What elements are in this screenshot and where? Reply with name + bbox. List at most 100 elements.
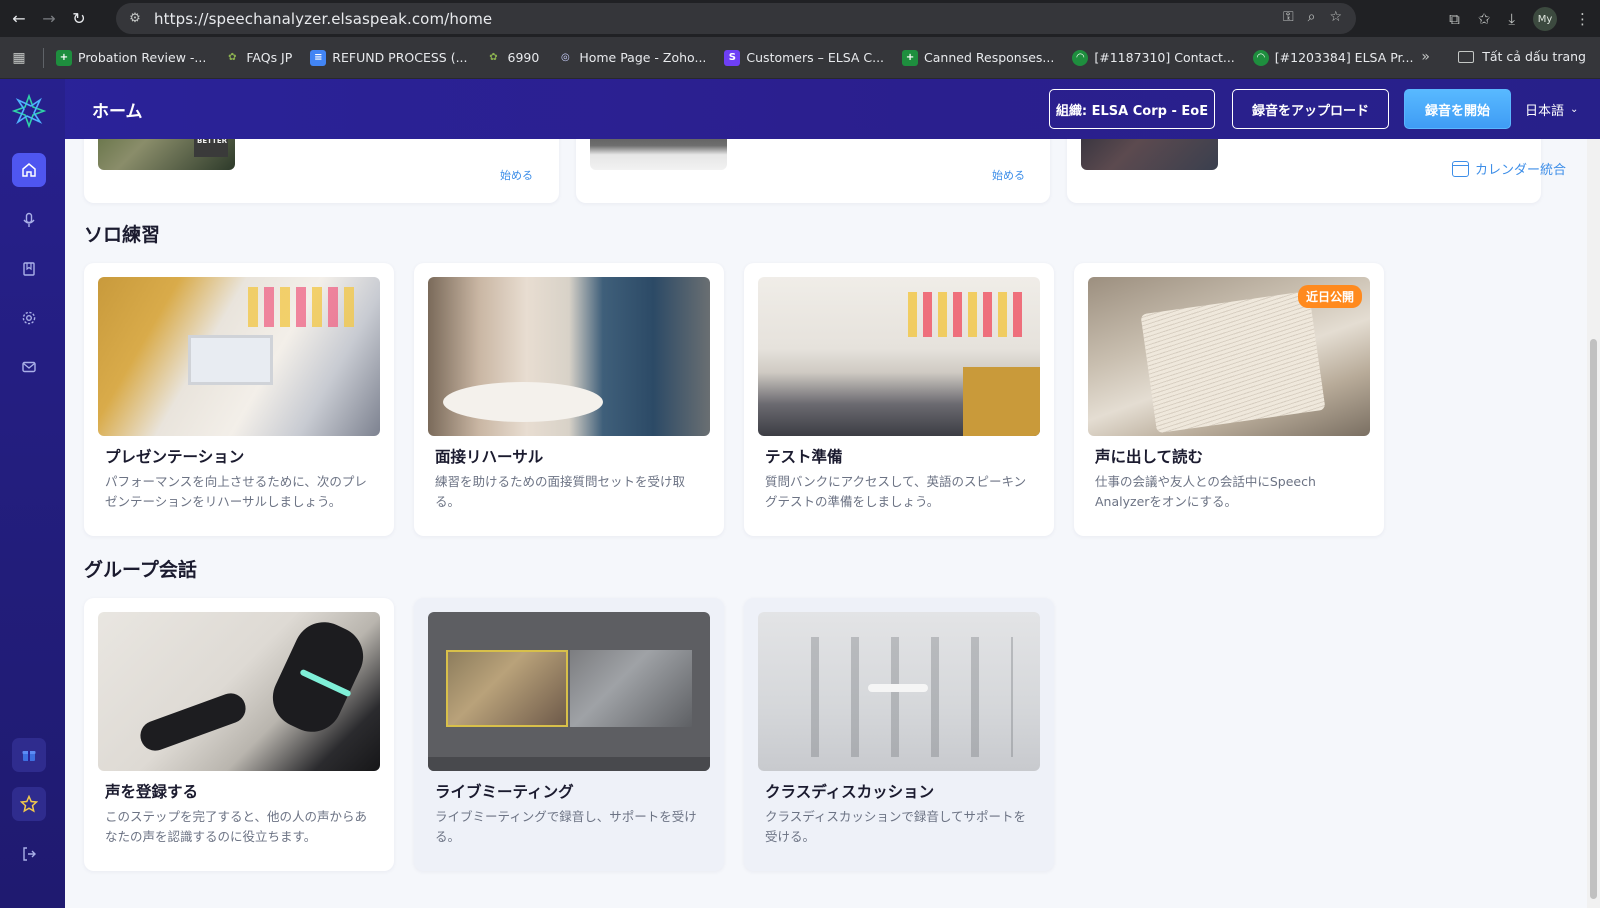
start-link[interactable]: 始める <box>500 167 533 183</box>
bookmark-item[interactable]: ≡ REFUND PROCESS (... <box>310 49 468 66</box>
zoom-icon[interactable]: ⌕ <box>1308 9 1316 25</box>
section-title-group: グループ会話 <box>84 559 197 581</box>
solo-card-presentation[interactable]: プレゼンテーション パフォーマンスを向上させるために、次のプレゼンテーションをリ… <box>84 263 394 536</box>
forward-icon[interactable]: → <box>38 8 60 30</box>
bookmark-item[interactable]: ◠ [#1203384] ELSA Pr... <box>1252 49 1413 66</box>
image-detail <box>908 292 1028 337</box>
reload-icon[interactable]: ↻ <box>68 8 90 30</box>
feature-card[interactable]: 始める <box>576 139 1050 203</box>
sidebar-item-gift[interactable] <box>12 738 46 772</box>
language-selector[interactable]: 日本語 ⌄ <box>1525 100 1578 119</box>
sidebar-item-library[interactable] <box>12 252 46 286</box>
more-bookmarks-icon[interactable]: » <box>1421 49 1430 65</box>
download-icon[interactable]: ⤓ <box>1508 10 1515 28</box>
folder-icon <box>1458 50 1475 63</box>
card-description: ライブミーティングで録音し、サポートを受ける。 <box>435 809 697 844</box>
star-icon <box>20 795 38 813</box>
bookmark-icon: + <box>56 49 72 66</box>
card-title: 声を登録する <box>105 783 199 801</box>
bookmark-icon: ≡ <box>310 49 327 66</box>
home-icon <box>22 163 36 177</box>
calendar-integration-link[interactable]: カレンダー統合 <box>1452 159 1566 178</box>
card-description: パフォーマンスを向上させるために、次のプレゼンテーションをリハーサルしましょう。 <box>105 474 367 509</box>
calendar-icon <box>1452 160 1469 177</box>
sidebar-item-messages[interactable] <box>12 350 46 384</box>
address-bar[interactable]: ⚙ https://speechanalyzer.elsaspeak.com/h… <box>116 3 1356 34</box>
image-detail <box>443 382 603 422</box>
mail-icon <box>22 361 36 373</box>
bookmark-item[interactable]: ◎ Home Page - Zoho... <box>557 50 706 66</box>
elsa-logo-icon[interactable] <box>12 94 46 128</box>
bookmark-item[interactable]: + Canned Responses... <box>902 49 1054 66</box>
favorites-icon[interactable]: ✩ <box>1478 10 1491 28</box>
divider <box>43 47 44 68</box>
bookmark-icon: ✿ <box>489 52 498 63</box>
feature-card[interactable]: BETTER 始める <box>84 139 559 203</box>
bookmark-item[interactable]: ✿ 6990 <box>486 50 539 66</box>
group-card-voice-enroll[interactable]: 声を登録する このステップを完了すると、他の人の声からあなたの声を認識するのに役… <box>84 598 394 871</box>
group-card-class-discussion[interactable]: クラスディスカッション クラスディスカッションで録音してサポートを受ける。 <box>744 598 1054 871</box>
card-title: 面接リハーサル <box>435 448 544 466</box>
card-image <box>1081 139 1218 170</box>
page-title: ホーム <box>92 102 143 122</box>
profile-avatar[interactable]: My <box>1533 7 1557 31</box>
logout-icon <box>23 847 36 861</box>
bookmark-item[interactable]: + Probation Review -... <box>56 49 206 66</box>
solo-card-test-prep[interactable]: テスト準備 質問バンクにアクセスして、英語のスピーキングテストの準備をしましょう… <box>744 263 1054 536</box>
main-content: BETTER 始める 始める カレンダー統合 ソロ練習 プレゼンテーション パフ… <box>65 139 1600 908</box>
card-image: BETTER <box>98 139 235 170</box>
card-title: プレゼンテーション <box>105 448 245 466</box>
sidebar-item-settings[interactable] <box>12 301 46 335</box>
site-settings-icon[interactable]: ⚙ <box>126 10 144 28</box>
bookmark-icon: ◠ <box>1252 49 1269 66</box>
card-description: 質問バンクにアクセスして、英語のスピーキングテストの準備をしましょう。 <box>765 474 1027 509</box>
start-recording-button[interactable]: 録音を開始 <box>1404 89 1511 129</box>
page-scrollbar[interactable] <box>1587 139 1600 908</box>
all-bookmarks-folder[interactable]: Tất cả dấu trang <box>1458 49 1586 64</box>
scrollbar-thumb[interactable] <box>1590 339 1597 899</box>
image-detail <box>188 335 273 385</box>
start-link[interactable]: 始める <box>992 167 1025 183</box>
sidebar-item-home[interactable] <box>12 153 46 187</box>
card-image <box>428 277 710 436</box>
sidebar-item-record[interactable] <box>12 203 46 237</box>
image-detail <box>1140 290 1326 434</box>
sidebar <box>0 79 65 908</box>
menu-icon[interactable]: ⋮ <box>1575 10 1590 28</box>
card-title: テスト準備 <box>765 448 843 466</box>
card-description: 仕事の会議や友人との会話中にSpeech Analyzerをオンにする。 <box>1095 474 1316 509</box>
organization-button[interactable]: 組織: ELSA Corp - EoE <box>1049 89 1215 129</box>
url-text[interactable]: https://speechanalyzer.elsaspeak.com/hom… <box>154 10 492 28</box>
apps-grid-icon[interactable]: ▦ <box>11 50 27 66</box>
upload-recording-button[interactable]: 録音をアップロード <box>1232 89 1389 129</box>
bookmark-icon: ◠ <box>1072 49 1089 66</box>
card-image <box>98 277 380 436</box>
card-description: このステップを完了すると、他の人の声からあなたの声を認識するのに役立ちます。 <box>105 809 368 844</box>
image-detail <box>868 684 928 692</box>
bookmark-icon: S <box>724 49 741 66</box>
card-image <box>758 612 1040 771</box>
card-image <box>758 277 1040 436</box>
key-icon[interactable]: ⚿ <box>1283 9 1294 25</box>
group-card-live-meeting[interactable]: ライブミーティング ライブミーティングで録音し、サポートを受ける。 <box>414 598 724 871</box>
card-image <box>590 139 727 170</box>
browser-toolbar: ← → ↻ ⚙ https://speechanalyzer.elsaspeak… <box>0 0 1600 37</box>
bookmark-item[interactable]: ◠ [#1187310] Contact... <box>1072 49 1235 66</box>
bookmark-icon: ◎ <box>560 52 570 63</box>
bookmark-star-icon[interactable]: ☆ <box>1329 9 1342 25</box>
solo-card-interview[interactable]: 面接リハーサル 練習を助けるための面接質問セットを受け取る。 <box>414 263 724 536</box>
bookmark-item[interactable]: S Customers – ELSA C... <box>724 49 884 66</box>
coming-soon-badge: 近日公開 <box>1297 285 1362 308</box>
image-detail <box>136 689 250 755</box>
bookmark-item[interactable]: ✿ FAQs JP <box>224 50 292 66</box>
sidebar-item-logout[interactable] <box>12 837 46 871</box>
microphone-icon <box>23 212 35 227</box>
solo-card-read-aloud[interactable]: 近日公開 声に出して読む 仕事の会議や友人との会話中にSpeech Analyz… <box>1074 263 1384 536</box>
sidebar-item-premium[interactable] <box>12 787 46 821</box>
extensions-icon[interactable]: ⧉ <box>1449 10 1460 28</box>
back-icon[interactable]: ← <box>8 8 30 30</box>
card-title: 声に出して読む <box>1095 448 1204 466</box>
card-description: 練習を助けるための面接質問セットを受け取る。 <box>435 474 686 509</box>
image-detail <box>446 650 568 727</box>
gift-icon <box>22 751 36 761</box>
